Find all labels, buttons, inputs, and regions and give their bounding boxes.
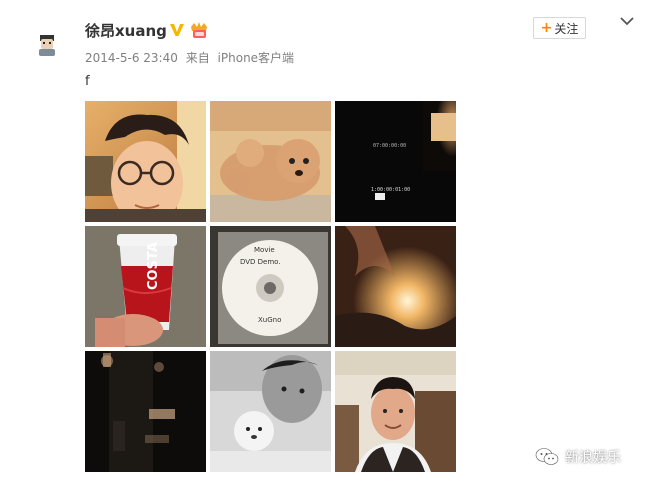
dvd-text-1: Movie (254, 246, 275, 254)
verified-v-icon[interactable] (169, 22, 185, 38)
fire-image (335, 226, 456, 347)
plus-icon: + (540, 20, 553, 36)
avatar-icon (39, 35, 55, 56)
dark-screen-image: 07:00:00:00 1:00:00:01:00 (335, 101, 456, 222)
follow-label: 关注 (554, 21, 579, 36)
selfie-glasses-photo[interactable] (85, 101, 206, 222)
follow-button[interactable]: + 关注 (533, 17, 586, 39)
dark-room-photo[interactable] (85, 351, 206, 472)
post-meta: 2014-5-6 23:40 来自 iPhone客户端 (85, 49, 294, 67)
post-text: f (85, 74, 90, 89)
vip-badge-icon[interactable] (189, 21, 209, 39)
dvd-disc-image: Movie DVD Demo. XuGno (210, 226, 331, 347)
wechat-logo-icon (535, 448, 559, 465)
screen-text-1: 07:00:00:00 (373, 143, 406, 149)
source-prefix: 来自 (185, 51, 210, 65)
avatar[interactable] (32, 30, 62, 60)
portrait-vest-image (335, 351, 456, 472)
poodle-dog-image (210, 101, 331, 222)
dvd-text-2: DVD Demo. (240, 258, 281, 266)
selfie-with-dog-bw-photo[interactable] (210, 351, 331, 472)
portrait-vest-photo[interactable] (335, 351, 456, 472)
username-link[interactable]: 徐昂xuang (85, 20, 167, 42)
left-margin (0, 0, 29, 486)
post-source[interactable]: iPhone客户端 (218, 51, 295, 65)
post-timestamp[interactable]: 2014-5-6 23:40 (85, 51, 178, 65)
selfie-glasses-image (85, 101, 206, 222)
dark-room-image (85, 351, 206, 472)
image-grid: 07:00:00:00 1:00:00:01:00 COSTA Movie DV… (85, 101, 456, 472)
costa-coffee-cup-image: COSTA (85, 226, 206, 347)
screen-text-2: 1:00:00:01:00 (371, 187, 410, 193)
costa-coffee-cup-photo[interactable]: COSTA (85, 226, 206, 347)
selfie-with-dog-bw-image (210, 351, 331, 472)
watermark-label: 新浪娱乐 (565, 450, 621, 466)
dvd-disc-photo[interactable]: Movie DVD Demo. XuGno (210, 226, 331, 347)
watermark: 新浪娱乐 (535, 447, 621, 467)
chevron-down-icon[interactable] (619, 14, 635, 28)
costa-label: COSTA (146, 242, 161, 290)
fire-photo[interactable] (335, 226, 456, 347)
poodle-dog-photo[interactable] (210, 101, 331, 222)
dark-screen-photo[interactable]: 07:00:00:00 1:00:00:01:00 (335, 101, 456, 222)
dvd-text-3: XuGno (258, 316, 281, 324)
weibo-post-page: 徐昂xuang + 关注 2014-5-6 23:40 来自 iPhone客户端… (0, 0, 651, 486)
